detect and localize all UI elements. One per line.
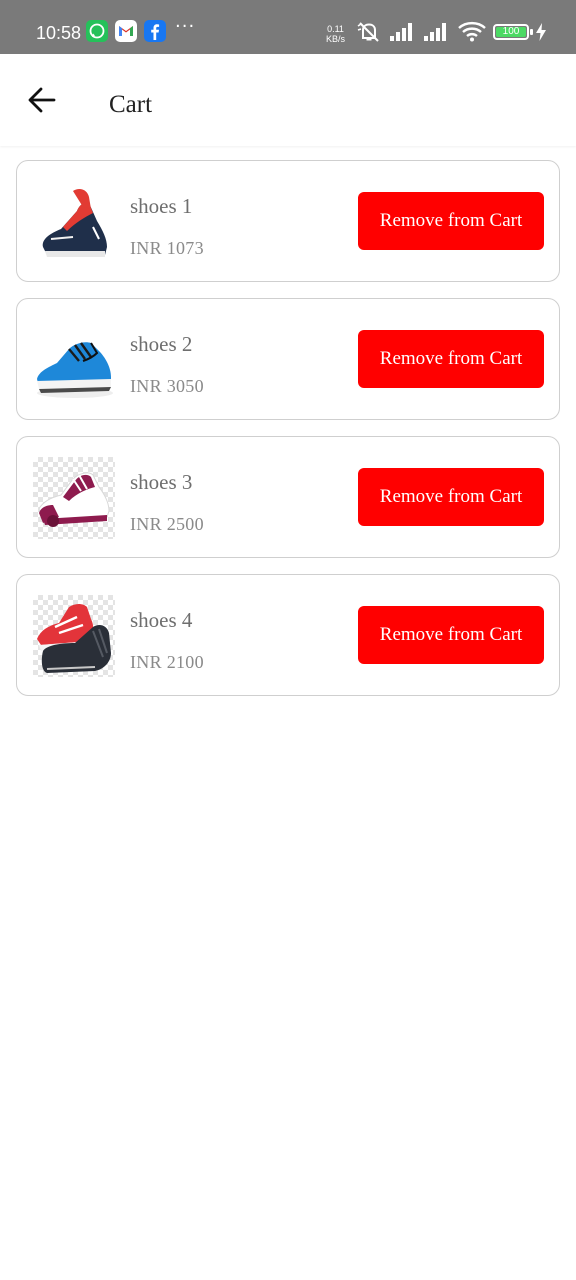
network-speed-unit: KB/s — [326, 34, 346, 44]
sneaker-image-icon — [38, 472, 110, 527]
cart-item: shoes 3 INR 2500 Remove from Cart — [16, 436, 560, 558]
product-image — [33, 457, 115, 539]
signal-strength-2-icon — [423, 22, 451, 47]
remove-from-cart-button[interactable]: Remove from Cart — [358, 330, 544, 388]
battery-level: 100 — [502, 26, 520, 37]
sneaker-image-icon — [37, 604, 111, 673]
product-price: INR 3050 — [130, 376, 204, 396]
gmail-icon — [115, 20, 137, 42]
product-price: INR 2100 — [130, 652, 204, 672]
product-price: INR 2500 — [130, 514, 204, 534]
network-speed: 0.11 KB/s — [326, 24, 345, 44]
back-button[interactable] — [20, 80, 64, 120]
product-image — [33, 595, 115, 677]
cart-list: shoes 1 INR 1073 Remove from Cart shoes … — [16, 160, 560, 712]
signal-strength-1-icon — [389, 22, 417, 47]
sneaker-image-icon — [37, 342, 113, 398]
product-image — [33, 181, 115, 263]
cart-item: shoes 4 INR 2100 Remove from Cart — [16, 574, 560, 696]
charging-bolt-icon — [535, 23, 547, 46]
product-name: shoes 4 — [130, 608, 193, 632]
cart-item: shoes 2 INR 3050 Remove from Cart — [16, 298, 560, 420]
more-notifications-icon: ··· — [175, 16, 196, 37]
remove-from-cart-button[interactable]: Remove from Cart — [358, 468, 544, 526]
whatsapp-icon — [86, 20, 108, 42]
cart-item: shoes 1 INR 1073 Remove from Cart — [16, 160, 560, 282]
battery-cap — [530, 29, 533, 35]
arrow-left-icon — [28, 87, 56, 113]
product-image — [33, 319, 115, 401]
vibrate-off-icon — [355, 20, 383, 49]
product-name: shoes 3 — [130, 470, 193, 494]
status-time: 10:58 — [36, 23, 82, 43]
wifi-icon — [457, 20, 487, 49]
facebook-icon — [144, 20, 166, 42]
product-price: INR 1073 — [130, 238, 204, 258]
network-speed-value: 0.11 — [327, 24, 344, 34]
app-bar: Cart — [0, 54, 576, 146]
status-bar: 10:58 ··· 0.11 KB/s 100 — [0, 0, 576, 54]
battery-icon: 100 — [493, 24, 529, 40]
sneaker-image-icon — [42, 189, 107, 257]
product-name: shoes 2 — [130, 332, 193, 356]
product-name: shoes 1 — [130, 194, 193, 218]
page-title: Cart — [109, 91, 153, 118]
remove-from-cart-button[interactable]: Remove from Cart — [358, 192, 544, 250]
remove-from-cart-button[interactable]: Remove from Cart — [358, 606, 544, 664]
